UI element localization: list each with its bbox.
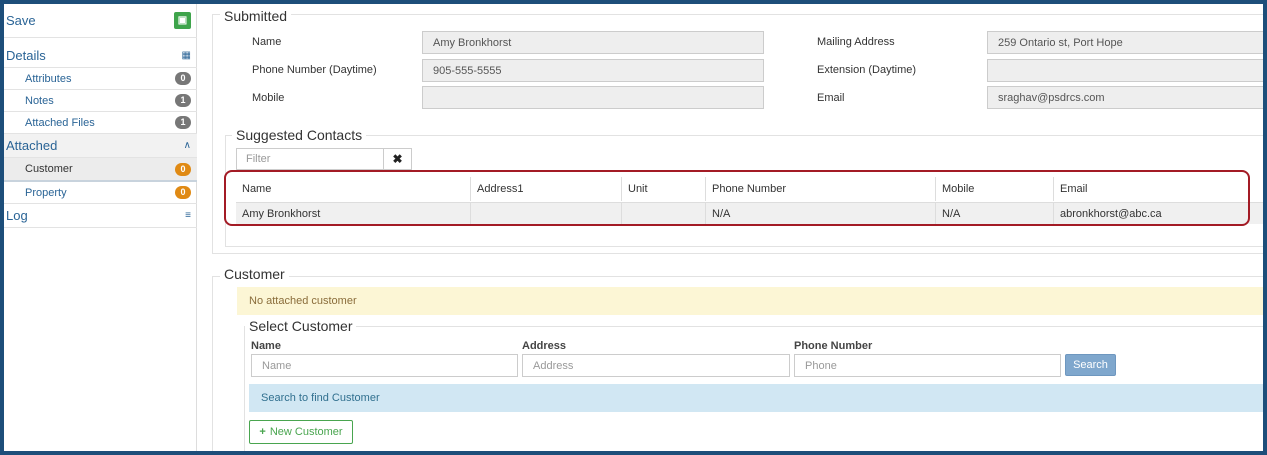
close-icon: ✖ [392,152,403,166]
clear-filter-button[interactable]: ✖ [383,148,412,170]
sitemap-icon: ∧ [183,140,191,151]
customer-phone-label: Phone Number [794,340,873,352]
sidebar-item-label: Attached [6,138,58,153]
sidebar-item-label: Notes [25,94,54,107]
sidebar-item-notes[interactable]: Notes 1 [4,90,197,112]
phone-label: Phone Number (Daytime) [252,64,377,76]
app-frame: Save ▣ Details ▦ Attributes 0 Notes 1 At… [4,4,1263,451]
sidebar-item-attached-files[interactable]: Attached Files 1 [4,112,197,134]
customer-address-input[interactable]: Address [522,354,790,377]
sidebar-item-save[interactable]: Save ▣ [4,4,197,38]
highlight-annotation [224,170,1250,226]
mailing-address-field[interactable]: 259 Ontario st, Port Hope [987,31,1263,54]
count-badge: 0 [175,162,191,176]
email-label: Email [817,92,845,104]
sidebar-item-label: Save [6,13,36,28]
sidebar-item-customer[interactable]: Customer 0 [4,158,197,182]
phone-field[interactable]: 905-555-5555 [422,59,764,82]
sidebar-item-label: Attributes [25,72,72,85]
save-icon[interactable]: ▣ [174,12,191,29]
customer-legend: Customer [220,266,289,282]
suggested-contacts-legend: Suggested Contacts [232,127,367,143]
customer-phone-input[interactable]: Phone [794,354,1061,377]
email-field[interactable]: sraghav@psdrcs.com [987,86,1263,109]
new-customer-label: New Customer [269,426,343,438]
mailing-address-label: Mailing Address [817,36,895,48]
customer-address-label: Address [522,340,567,352]
list-icon: ≡ [185,210,191,221]
count-badge: 1 [175,116,191,129]
customer-name-label: Name [251,340,281,352]
extension-field[interactable] [987,59,1263,82]
extension-label: Extension (Daytime) [817,64,917,76]
select-customer-legend: Select Customer [245,318,357,334]
search-button[interactable]: Search [1065,354,1116,376]
sidebar-item-label: Log [6,208,28,223]
name-label: Name [252,36,282,48]
calendar-icon: ▦ [181,50,191,61]
sidebar-item-property[interactable]: Property 0 [4,182,197,204]
count-badge: 0 [175,186,191,199]
sidebar-item-log[interactable]: Log ≡ [4,204,197,228]
mobile-label: Mobile [252,92,285,104]
search-info-notice: Search to find Customer [249,384,1263,412]
sidebar-item-label: Customer [25,163,73,175]
count-badge: 0 [175,72,191,85]
count-badge: 1 [175,94,191,107]
sidebar: Save ▣ Details ▦ Attributes 0 Notes 1 At… [4,4,197,451]
sidebar-item-label: Details [6,48,46,63]
filter-input[interactable]: Filter [236,148,384,170]
customer-name-input[interactable]: Name [251,354,518,377]
sidebar-item-attributes[interactable]: Attributes 0 [4,68,197,90]
sidebar-item-attached[interactable]: Attached ∧ [4,134,197,158]
no-customer-notice: No attached customer [237,287,1263,315]
sidebar-item-label: Attached Files [25,116,95,129]
submitted-legend: Submitted [220,8,292,24]
sidebar-item-label: Property [25,186,67,199]
name-field[interactable]: Amy Bronkhorst [422,31,764,54]
mobile-field[interactable] [422,86,764,109]
sidebar-item-details[interactable]: Details ▦ [4,44,197,68]
new-customer-button[interactable]: + New Customer [249,420,353,444]
plus-icon: + [259,426,266,438]
